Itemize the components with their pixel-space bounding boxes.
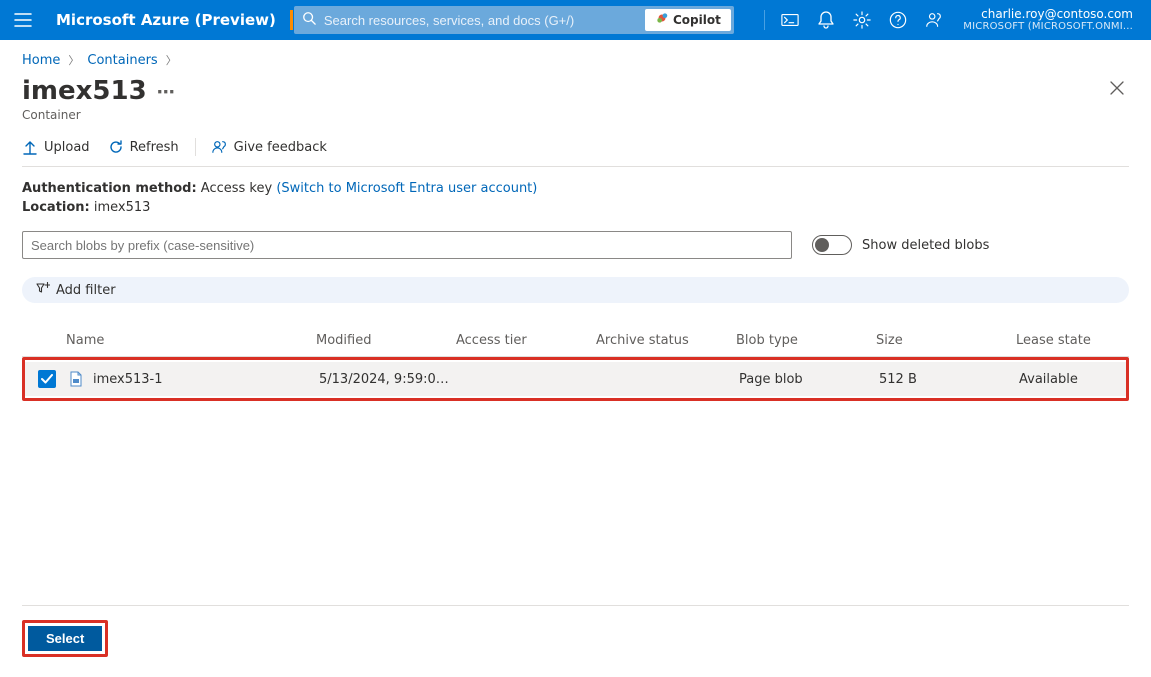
divider [764, 10, 765, 30]
auth-method-value: Access key [201, 181, 272, 196]
brand-label[interactable]: Microsoft Azure (Preview) [46, 11, 286, 29]
show-deleted-toggle[interactable] [812, 235, 852, 255]
show-deleted-toggle-wrap: Show deleted blobs [812, 235, 989, 255]
location-row: Location: imex513 [22, 200, 1129, 215]
row-checkbox[interactable] [38, 370, 56, 388]
give-feedback-button[interactable]: Give feedback [212, 139, 327, 155]
footer: Select [22, 605, 1129, 677]
column-blob-type[interactable]: Blob type [732, 333, 872, 348]
controls-row: Show deleted blobs [22, 231, 1129, 259]
file-icon [69, 371, 85, 387]
column-access-tier[interactable]: Access tier [452, 333, 592, 348]
refresh-icon [108, 139, 124, 155]
column-modified[interactable]: Modified [312, 333, 452, 348]
blobs-table: Name Modified Access tier Archive status… [22, 325, 1129, 401]
top-icons: charlie.roy@contoso.com MICROSOFT (MICRO… [758, 3, 1143, 37]
auth-method-row: Authentication method: Access key (Switc… [22, 181, 1129, 196]
search-icon [302, 11, 316, 29]
cell-lease-state: Available [1015, 372, 1135, 387]
cell-blob-type: Page blob [735, 372, 875, 387]
location-value: imex513 [94, 200, 151, 215]
show-deleted-label: Show deleted blobs [862, 238, 989, 253]
account-menu[interactable]: charlie.roy@contoso.com MICROSOFT (MICRO… [953, 7, 1143, 33]
location-label: Location: [22, 200, 90, 215]
breadcrumb-item-containers[interactable]: Containers [87, 53, 157, 68]
copilot-icon [655, 11, 669, 29]
page-title: imex513 ⋯ [22, 76, 175, 106]
cell-name: imex513-1 [93, 372, 163, 387]
column-lease-state[interactable]: Lease state [1012, 333, 1132, 348]
copilot-label: Copilot [673, 13, 721, 27]
feedback-label: Give feedback [234, 140, 327, 155]
select-button[interactable]: Select [28, 626, 102, 651]
page-header: imex513 ⋯ Container [22, 76, 1129, 138]
top-bar: Microsoft Azure (Preview) Copilot [0, 0, 1151, 40]
breadcrumb-item-home[interactable]: Home [22, 53, 60, 68]
divider [195, 138, 196, 156]
account-email: charlie.roy@contoso.com [981, 7, 1133, 21]
toggle-knob [815, 238, 829, 252]
cell-size: 512 B [875, 372, 1015, 387]
feedback-person-icon[interactable] [917, 3, 951, 37]
upload-icon [22, 139, 38, 155]
command-bar: Upload Refresh Give feedback [22, 138, 1129, 167]
switch-auth-link[interactable]: (Switch to Microsoft Entra user account) [276, 181, 537, 196]
upload-button[interactable]: Upload [22, 139, 90, 155]
table-row[interactable]: imex513-1 5/13/2024, 9:59:09 AM Page blo… [25, 362, 1126, 396]
refresh-button[interactable]: Refresh [108, 139, 179, 155]
add-filter-label: Add filter [56, 283, 116, 298]
notifications-icon[interactable] [809, 3, 843, 37]
page-subtitle: Container [22, 108, 175, 122]
refresh-label: Refresh [130, 140, 179, 155]
close-icon[interactable] [1105, 76, 1129, 104]
hamburger-menu-icon[interactable] [8, 5, 38, 35]
chevron-right-icon: 〉 [166, 52, 177, 68]
add-filter-button[interactable]: Add filter [22, 277, 1129, 303]
table-header: Name Modified Access tier Archive status… [22, 325, 1129, 357]
search-accent-bar [290, 10, 293, 30]
feedback-icon [212, 139, 228, 155]
highlighted-select-frame: Select [22, 620, 108, 657]
filter-plus-icon [36, 282, 50, 298]
account-org: MICROSOFT (MICROSOFT.ONMI... [963, 21, 1133, 33]
copilot-button[interactable]: Copilot [645, 9, 731, 31]
column-archive-status[interactable]: Archive status [592, 333, 732, 348]
column-name[interactable]: Name [62, 333, 312, 348]
breadcrumb: Home 〉 Containers 〉 [22, 52, 1129, 68]
blob-prefix-search-input[interactable] [22, 231, 792, 259]
chevron-right-icon: 〉 [68, 52, 79, 68]
cloud-shell-icon[interactable] [773, 3, 807, 37]
global-search: Copilot [294, 6, 734, 34]
column-size[interactable]: Size [872, 333, 1012, 348]
page-title-text: imex513 [22, 76, 147, 106]
highlighted-row-frame: imex513-1 5/13/2024, 9:59:09 AM Page blo… [22, 357, 1129, 401]
upload-label: Upload [44, 140, 90, 155]
page: Home 〉 Containers 〉 imex513 ⋯ Container … [0, 40, 1151, 677]
help-icon[interactable] [881, 3, 915, 37]
more-actions-icon[interactable]: ⋯ [157, 84, 175, 102]
settings-gear-icon[interactable] [845, 3, 879, 37]
auth-method-label: Authentication method: [22, 181, 197, 196]
cell-modified: 5/13/2024, 9:59:09 AM [315, 372, 455, 387]
